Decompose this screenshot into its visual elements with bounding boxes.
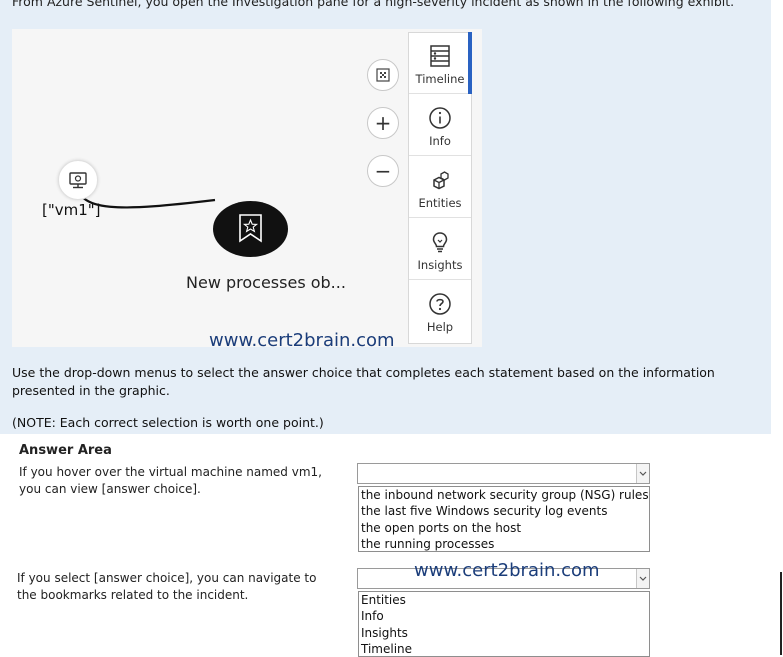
statement-2: If you select [answer choice], you can n… — [17, 571, 317, 602]
edge-divider — [780, 572, 782, 655]
panel-tab-label: Info — [429, 134, 451, 148]
panel-tab-help[interactable]: Help — [409, 281, 471, 342]
answer-area-title: Answer Area — [19, 443, 112, 458]
dropdown-options-1: the inbound network security group (NSG)… — [358, 486, 650, 552]
dropdown-option[interactable]: the inbound network security group (NSG)… — [359, 487, 649, 503]
alert-node[interactable] — [213, 201, 288, 257]
plus-icon: + — [374, 111, 392, 135]
dropdown-option[interactable]: the last five Windows security log event… — [359, 503, 649, 519]
panel-tab-label: Entities — [418, 196, 462, 210]
insights-icon — [432, 232, 448, 253]
panel-tab-info[interactable]: Info — [409, 95, 471, 156]
note-text: (NOTE: Each correct selection is worth o… — [12, 415, 324, 430]
panel-tab-label: Help — [426, 320, 454, 334]
vm-node[interactable] — [58, 160, 98, 200]
panel-tab-timeline[interactable]: Timeline — [409, 33, 471, 94]
vm-label: ["vm1"] — [42, 201, 101, 219]
dropdown-option[interactable]: Insights — [359, 625, 649, 641]
panel-tab-insights[interactable]: Insights — [409, 219, 471, 280]
dropdown-options-2: Entities Info Insights Timeline — [358, 591, 650, 657]
investigation-side-panel: Timeline Info Entities Insights Help — [408, 32, 472, 344]
fit-to-screen-button[interactable] — [367, 59, 399, 91]
fit-to-screen-icon — [376, 68, 390, 82]
alert-bookmark-icon — [239, 214, 262, 243]
dropdown-option[interactable]: the running processes — [359, 536, 649, 552]
chevron-down-icon[interactable] — [636, 464, 649, 483]
dropdown-option[interactable]: Info — [359, 608, 649, 624]
timeline-icon — [430, 45, 450, 67]
answer-dropdown-1[interactable] — [357, 463, 650, 484]
statement-1: If you hover over the virtual machine na… — [19, 465, 322, 496]
minus-icon: − — [374, 159, 392, 183]
panel-tab-label: Timeline — [415, 72, 465, 86]
help-icon — [429, 293, 451, 315]
alert-label: New processes ob... — [186, 273, 346, 292]
virtual-machine-icon — [69, 172, 87, 189]
dropdown-option[interactable]: the open ports on the host — [359, 520, 649, 536]
instruction-text: Use the drop-down menus to select the an… — [12, 365, 715, 398]
active-tab-indicator — [468, 32, 472, 94]
watermark: www.cert2brain.com — [209, 330, 395, 351]
zoom-out-button[interactable]: − — [367, 155, 399, 187]
chevron-down-icon[interactable] — [636, 569, 649, 588]
panel-tab-label: Insights — [417, 258, 463, 272]
entities-icon — [433, 171, 449, 190]
info-icon — [429, 107, 451, 129]
panel-tab-entities[interactable]: Entities — [409, 157, 471, 218]
watermark: www.cert2brain.com — [414, 560, 600, 581]
zoom-in-button[interactable]: + — [367, 107, 399, 139]
intro-text: From Azure Sentinel, you open the Invest… — [12, 0, 735, 9]
dropdown-option[interactable]: Entities — [359, 592, 649, 608]
